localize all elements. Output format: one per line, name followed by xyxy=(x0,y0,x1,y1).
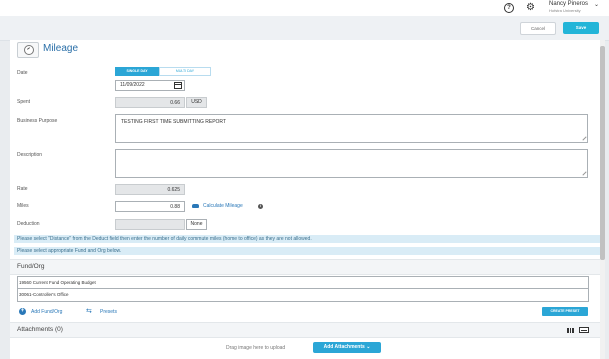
add-fund-org-link[interactable]: Add Fund/Org xyxy=(31,309,62,315)
date-label: Date xyxy=(17,70,28,76)
car-icon[interactable] xyxy=(192,204,199,208)
deduction-label: Deduction xyxy=(17,221,40,227)
drag-upload-hint: Drag image here to upload xyxy=(226,345,286,351)
business-purpose-textarea[interactable]: TESTING FIRST TIME SUBMITTING REPORT xyxy=(115,114,588,143)
create-preset-button[interactable]: CREATE PRESET xyxy=(542,307,588,316)
deduction-select[interactable]: None xyxy=(186,219,207,230)
business-purpose-value: TESTING FIRST TIME SUBMITTING REPORT xyxy=(121,119,227,125)
speedometer-icon xyxy=(17,42,39,58)
user-menu-chevron-icon[interactable]: ⌄ xyxy=(594,1,599,8)
add-attachments-button[interactable]: Add Attachments ⌄ xyxy=(313,342,381,353)
rate-field: 0.625 xyxy=(115,184,185,195)
save-button[interactable]: Save xyxy=(563,22,599,34)
cancel-button[interactable]: Cancel xyxy=(520,22,556,35)
attachments-section-header xyxy=(10,322,600,338)
fund-org-notice: Please select appropriate Fund and Org b… xyxy=(14,247,600,255)
deduction-field xyxy=(115,219,185,230)
date-value: 11/09/2022 xyxy=(120,82,145,88)
grid-view-icon[interactable] xyxy=(567,328,574,333)
info-icon[interactable]: i xyxy=(258,204,263,209)
page-title: Mileage xyxy=(43,43,79,54)
multi-day-toggle[interactable]: MULTI DAY xyxy=(159,67,211,76)
rate-label: Rate xyxy=(17,186,28,192)
spent-field: 0.66 xyxy=(115,97,185,108)
user-organization: Hofstra University xyxy=(549,8,581,13)
scrollbar-thumb[interactable] xyxy=(600,46,605,260)
calculate-mileage-link[interactable]: Calculate Mileage xyxy=(203,203,243,209)
action-bar xyxy=(0,16,609,41)
fund-org-divider xyxy=(17,288,589,289)
description-textarea[interactable] xyxy=(115,149,588,178)
top-bar xyxy=(0,0,609,16)
gear-icon[interactable]: ⚙ xyxy=(526,2,535,13)
presets-link[interactable]: Presets xyxy=(100,309,117,315)
fund-org-row[interactable]: 19560 Current Fund Operating Budget xyxy=(19,280,96,285)
expense-form-card xyxy=(10,40,600,359)
help-icon[interactable]: ? xyxy=(504,3,514,13)
business-purpose-label: Business Purpose xyxy=(17,118,58,124)
fund-org-section-header xyxy=(10,259,600,275)
currency-field: USD xyxy=(186,97,207,108)
single-day-toggle[interactable]: SINGLE DAY xyxy=(115,67,159,76)
user-name[interactable]: Nancy Pineros xyxy=(549,1,588,7)
fund-org-title: Fund/Org xyxy=(17,263,45,270)
spent-label: Spent xyxy=(17,99,31,105)
commute-notice: Please select "Distance" from the Deduct… xyxy=(14,235,600,243)
list-view-icon[interactable] xyxy=(579,327,589,333)
presets-icon[interactable]: ⇆ xyxy=(86,308,92,315)
description-label: Description xyxy=(17,152,43,158)
calendar-icon[interactable] xyxy=(174,82,182,89)
fund-org-list xyxy=(17,276,589,302)
attachments-count: (0) xyxy=(54,326,63,333)
add-fund-org-icon[interactable]: + xyxy=(19,308,26,315)
miles-label: Miles xyxy=(17,203,29,209)
miles-input[interactable]: 0.88 xyxy=(115,201,185,212)
fund-org-row[interactable]: 30061-Controller's Office xyxy=(19,292,69,297)
attachments-title: Attachments (0) xyxy=(17,326,63,333)
